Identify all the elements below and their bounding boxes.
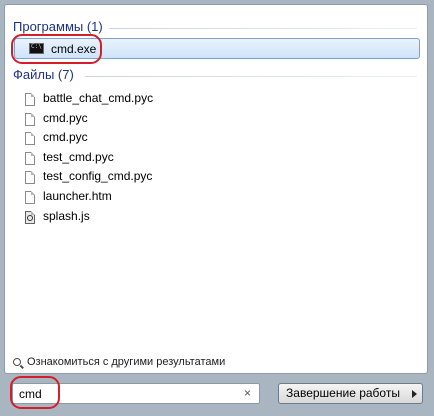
programs-separator <box>109 28 417 29</box>
file-icon <box>25 93 35 106</box>
file-item-label: test_config_cmd.pyc <box>43 169 153 184</box>
file-item-label: cmd.pyc <box>43 130 88 145</box>
search-input-value: cmd <box>19 387 42 401</box>
clear-search-icon[interactable]: × <box>244 386 251 400</box>
arrow-right-icon[interactable] <box>407 383 423 404</box>
files-separator <box>85 76 417 77</box>
file-item-label: splash.js <box>43 208 90 223</box>
console-icon <box>29 43 44 54</box>
file-icon <box>25 132 35 146</box>
script-icon <box>25 210 35 224</box>
file-item-label: cmd.pyc <box>43 110 88 125</box>
programs-header: Программы (1) <box>13 19 103 34</box>
files-header: Файлы (7) <box>13 67 74 82</box>
file-icon <box>25 190 35 204</box>
search-input[interactable]: cmd × <box>12 383 260 404</box>
see-more-results-label: Ознакомиться с другими результатами <box>27 356 226 368</box>
file-item-label: battle_chat_cmd.pyc <box>43 91 154 105</box>
file-icon <box>25 112 35 126</box>
file-icon <box>25 171 35 185</box>
search-icon <box>13 358 21 366</box>
file-item-label: test_cmd.pyc <box>43 149 114 164</box>
program-item-label: cmd.exe <box>51 42 97 56</box>
file-icon <box>25 151 35 165</box>
file-item-label: launcher.htm <box>43 188 112 203</box>
program-item-cmd[interactable]: cmd.exe <box>14 38 420 59</box>
start-menu-results-panel: Программы (1) cmd.exe Файлы (7) battle_c… <box>4 4 428 374</box>
shutdown-button[interactable]: Завершение работы <box>278 383 408 404</box>
